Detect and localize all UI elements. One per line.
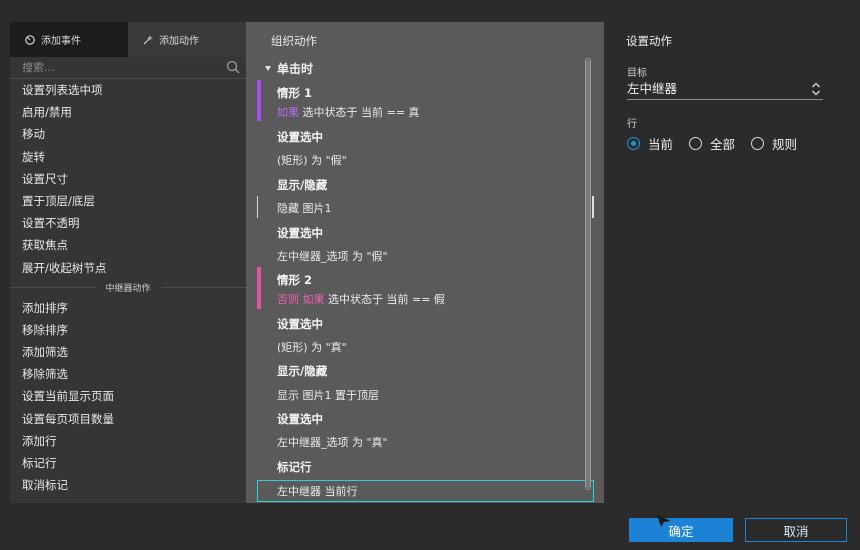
- action-title[interactable]: 设置选中: [277, 316, 323, 332]
- radio-current[interactable]: 当前: [627, 134, 673, 153]
- condition-text: 选中状态于 当前 == 假: [328, 293, 445, 306]
- event-icon: [25, 34, 35, 45]
- collapse-triangle-icon[interactable]: [265, 66, 271, 71]
- target-select[interactable]: 左中继器: [627, 80, 823, 100]
- list-item[interactable]: 设置列表选中项: [10, 79, 246, 101]
- radio-dot: [751, 137, 765, 150]
- list-item[interactable]: 旋转: [10, 146, 246, 168]
- case-title[interactable]: 情形 1: [277, 85, 312, 101]
- search-box: [10, 57, 246, 79]
- radio-label: 全部: [710, 137, 736, 152]
- action-detail[interactable]: 左中继器_选项 为 "真": [277, 434, 388, 450]
- radio-all[interactable]: 全部: [689, 134, 735, 153]
- action-sparkle-icon: [143, 34, 153, 44]
- tab-add-action-label: 添加动作: [159, 36, 199, 47]
- row-radio-group: 当前 全部 规则: [627, 134, 813, 153]
- if-keyword: 如果: [302, 293, 325, 306]
- case-title[interactable]: 情形 2: [277, 272, 312, 288]
- divider: [10, 287, 96, 289]
- if-keyword: 如果: [277, 106, 299, 119]
- repeater-group-label: 中继器动作: [105, 284, 151, 295]
- list-item[interactable]: 移除排序: [10, 319, 246, 341]
- configure-action-panel: 设置动作 目标 左中继器 行 当前 全部 规则: [614, 22, 834, 503]
- list-item[interactable]: 移除筛选: [10, 363, 246, 385]
- chevron-up-down-icon: [812, 82, 820, 96]
- ok-button[interactable]: 确定: [629, 518, 733, 542]
- list-item[interactable]: 标记行: [10, 452, 246, 474]
- list-item[interactable]: 启用/禁用: [10, 101, 246, 123]
- list-item[interactable]: 设置尺寸: [10, 168, 246, 190]
- action-title[interactable]: 显示/隐藏: [277, 177, 327, 193]
- list-item[interactable]: 设置当前显示页面: [10, 385, 246, 407]
- list-item[interactable]: 设置不透明: [10, 212, 246, 234]
- target-label: 目标: [627, 68, 647, 79]
- tab-add-event-label: 添加事件: [41, 36, 81, 47]
- list-item[interactable]: 添加筛选: [10, 341, 246, 363]
- radio-label: 当前: [648, 137, 674, 152]
- target-value: 左中继器: [627, 81, 678, 96]
- radio-dot: [627, 137, 640, 150]
- insert-indicator: [257, 196, 258, 218]
- panel-title: 组织动作: [271, 34, 317, 48]
- action-detail[interactable]: 左中继器 当前行: [277, 483, 358, 499]
- list-item[interactable]: 移动: [10, 123, 246, 145]
- list-item[interactable]: 取消标记: [10, 474, 246, 496]
- condition-text: 选中状态于 当前 == 真: [302, 106, 420, 119]
- tab-bar: 添加事件 添加动作: [10, 22, 246, 57]
- action-detail[interactable]: 左中继器_选项 为 "假": [277, 248, 388, 264]
- radio-dot: [689, 137, 703, 150]
- divider: [160, 287, 246, 289]
- action-detail[interactable]: (矩形) 为 "真": [277, 339, 347, 355]
- event-node[interactable]: 单击时: [265, 60, 313, 77]
- radio-label: 规则: [772, 137, 798, 152]
- action-title[interactable]: 标记行: [277, 459, 312, 475]
- mouse-cursor-icon: [657, 515, 671, 527]
- case-condition[interactable]: 否则 如果 选中状态于 当前 == 假: [277, 291, 445, 307]
- tab-add-action[interactable]: 添加动作: [128, 22, 246, 57]
- list-item[interactable]: 展开/收起树节点: [10, 257, 246, 279]
- list-item[interactable]: 设置每页项目数量: [10, 408, 246, 430]
- case-color-bar: [257, 80, 261, 121]
- organize-actions-panel: 组织动作 单击时 情形 1 如果 选中状态于 当前 == 真 设置选中 (矩形)…: [246, 22, 604, 503]
- else-keyword: 否则: [277, 293, 299, 306]
- action-title[interactable]: 显示/隐藏: [277, 363, 327, 379]
- repeater-action-list: 添加排序 移除排序 添加筛选 移除筛选 设置当前显示页面 设置每页项目数量 添加…: [10, 297, 246, 497]
- action-list: 设置列表选中项 启用/禁用 移动 旋转 设置尺寸 置于顶层/底层 设置不透明 获…: [10, 79, 246, 279]
- action-title[interactable]: 设置选中: [277, 411, 323, 427]
- list-item[interactable]: 获取焦点: [10, 234, 246, 256]
- scrollbar-thumb[interactable]: [586, 60, 590, 488]
- repeater-group-header: 中继器动作: [10, 279, 246, 297]
- action-library-panel: 添加事件 添加动作 设置列表选中项 启用/禁用 移动 旋转 设置尺寸 置于顶层/…: [10, 22, 246, 503]
- drag-handle[interactable]: [592, 196, 594, 218]
- action-detail[interactable]: 隐藏 图片1: [277, 200, 332, 216]
- action-detail[interactable]: 显示 图片1 置于顶层: [277, 387, 379, 403]
- case-color-bar: [257, 267, 261, 309]
- search-icon[interactable]: [226, 60, 240, 74]
- event-label: 单击时: [277, 62, 314, 76]
- panel-title: 设置动作: [626, 34, 672, 48]
- action-title[interactable]: 设置选中: [277, 129, 323, 145]
- action-title[interactable]: 设置选中: [277, 225, 323, 241]
- list-item[interactable]: 添加排序: [10, 297, 246, 319]
- search-input[interactable]: [10, 57, 246, 78]
- list-item[interactable]: 置于顶层/底层: [10, 190, 246, 212]
- list-item[interactable]: 添加行: [10, 430, 246, 452]
- action-detail[interactable]: (矩形) 为 "假": [277, 152, 347, 168]
- radio-rule[interactable]: 规则: [751, 134, 797, 153]
- tab-add-event[interactable]: 添加事件: [10, 22, 128, 57]
- cancel-button[interactable]: 取消: [745, 518, 847, 542]
- row-label: 行: [627, 119, 637, 130]
- case-condition[interactable]: 如果 选中状态于 当前 == 真: [277, 104, 419, 120]
